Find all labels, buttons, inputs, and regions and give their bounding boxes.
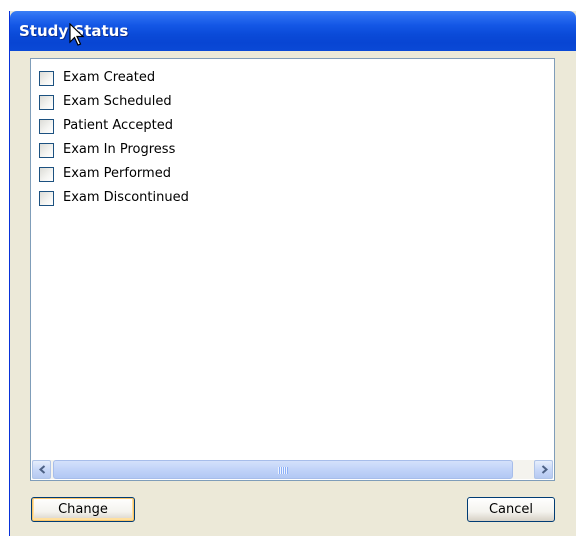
title-bar[interactable]: Study Status xyxy=(10,11,576,51)
change-button[interactable]: Change xyxy=(31,497,135,522)
status-item-label: Patient Accepted xyxy=(63,118,173,133)
checkbox-exam-discontinued[interactable] xyxy=(39,190,54,206)
scroll-left-button[interactable] xyxy=(32,460,51,479)
status-item-patient-accepted[interactable]: Patient Accepted xyxy=(39,114,189,138)
status-item-label: Exam Scheduled xyxy=(63,94,172,109)
scroll-thumb[interactable] xyxy=(53,460,513,479)
checkbox-exam-performed[interactable] xyxy=(39,166,54,182)
scroll-grip-icon xyxy=(278,467,288,474)
study-status-dialog: Study Status Exam Created Exam Scheduled… xyxy=(9,11,576,536)
status-item-exam-performed[interactable]: Exam Performed xyxy=(39,162,189,186)
status-item-exam-discontinued[interactable]: Exam Discontinued xyxy=(39,186,189,210)
checkbox-exam-created[interactable] xyxy=(39,70,54,86)
status-item-exam-in-progress[interactable]: Exam In Progress xyxy=(39,138,189,162)
status-item-label: Exam Created xyxy=(63,70,156,85)
status-item-label: Exam Performed xyxy=(63,166,171,181)
checkbox-exam-scheduled[interactable] xyxy=(39,94,54,110)
status-list[interactable]: Exam Created Exam Scheduled Patient Acce… xyxy=(30,58,555,481)
cancel-button[interactable]: Cancel xyxy=(467,497,555,522)
status-item-label: Exam In Progress xyxy=(63,142,176,157)
checkbox-patient-accepted[interactable] xyxy=(39,118,54,134)
status-item-label: Exam Discontinued xyxy=(63,190,189,205)
checkbox-exam-in-progress[interactable] xyxy=(39,142,54,158)
scroll-left-arrow-icon xyxy=(38,465,46,474)
status-item-exam-scheduled[interactable]: Exam Scheduled xyxy=(39,90,189,114)
horizontal-scrollbar[interactable] xyxy=(32,460,553,479)
status-list-items: Exam Created Exam Scheduled Patient Acce… xyxy=(39,66,189,210)
scroll-right-arrow-icon xyxy=(541,465,549,474)
scroll-right-button[interactable] xyxy=(534,460,553,479)
arrow-cursor-icon xyxy=(69,23,85,46)
status-item-exam-created[interactable]: Exam Created xyxy=(39,66,189,90)
